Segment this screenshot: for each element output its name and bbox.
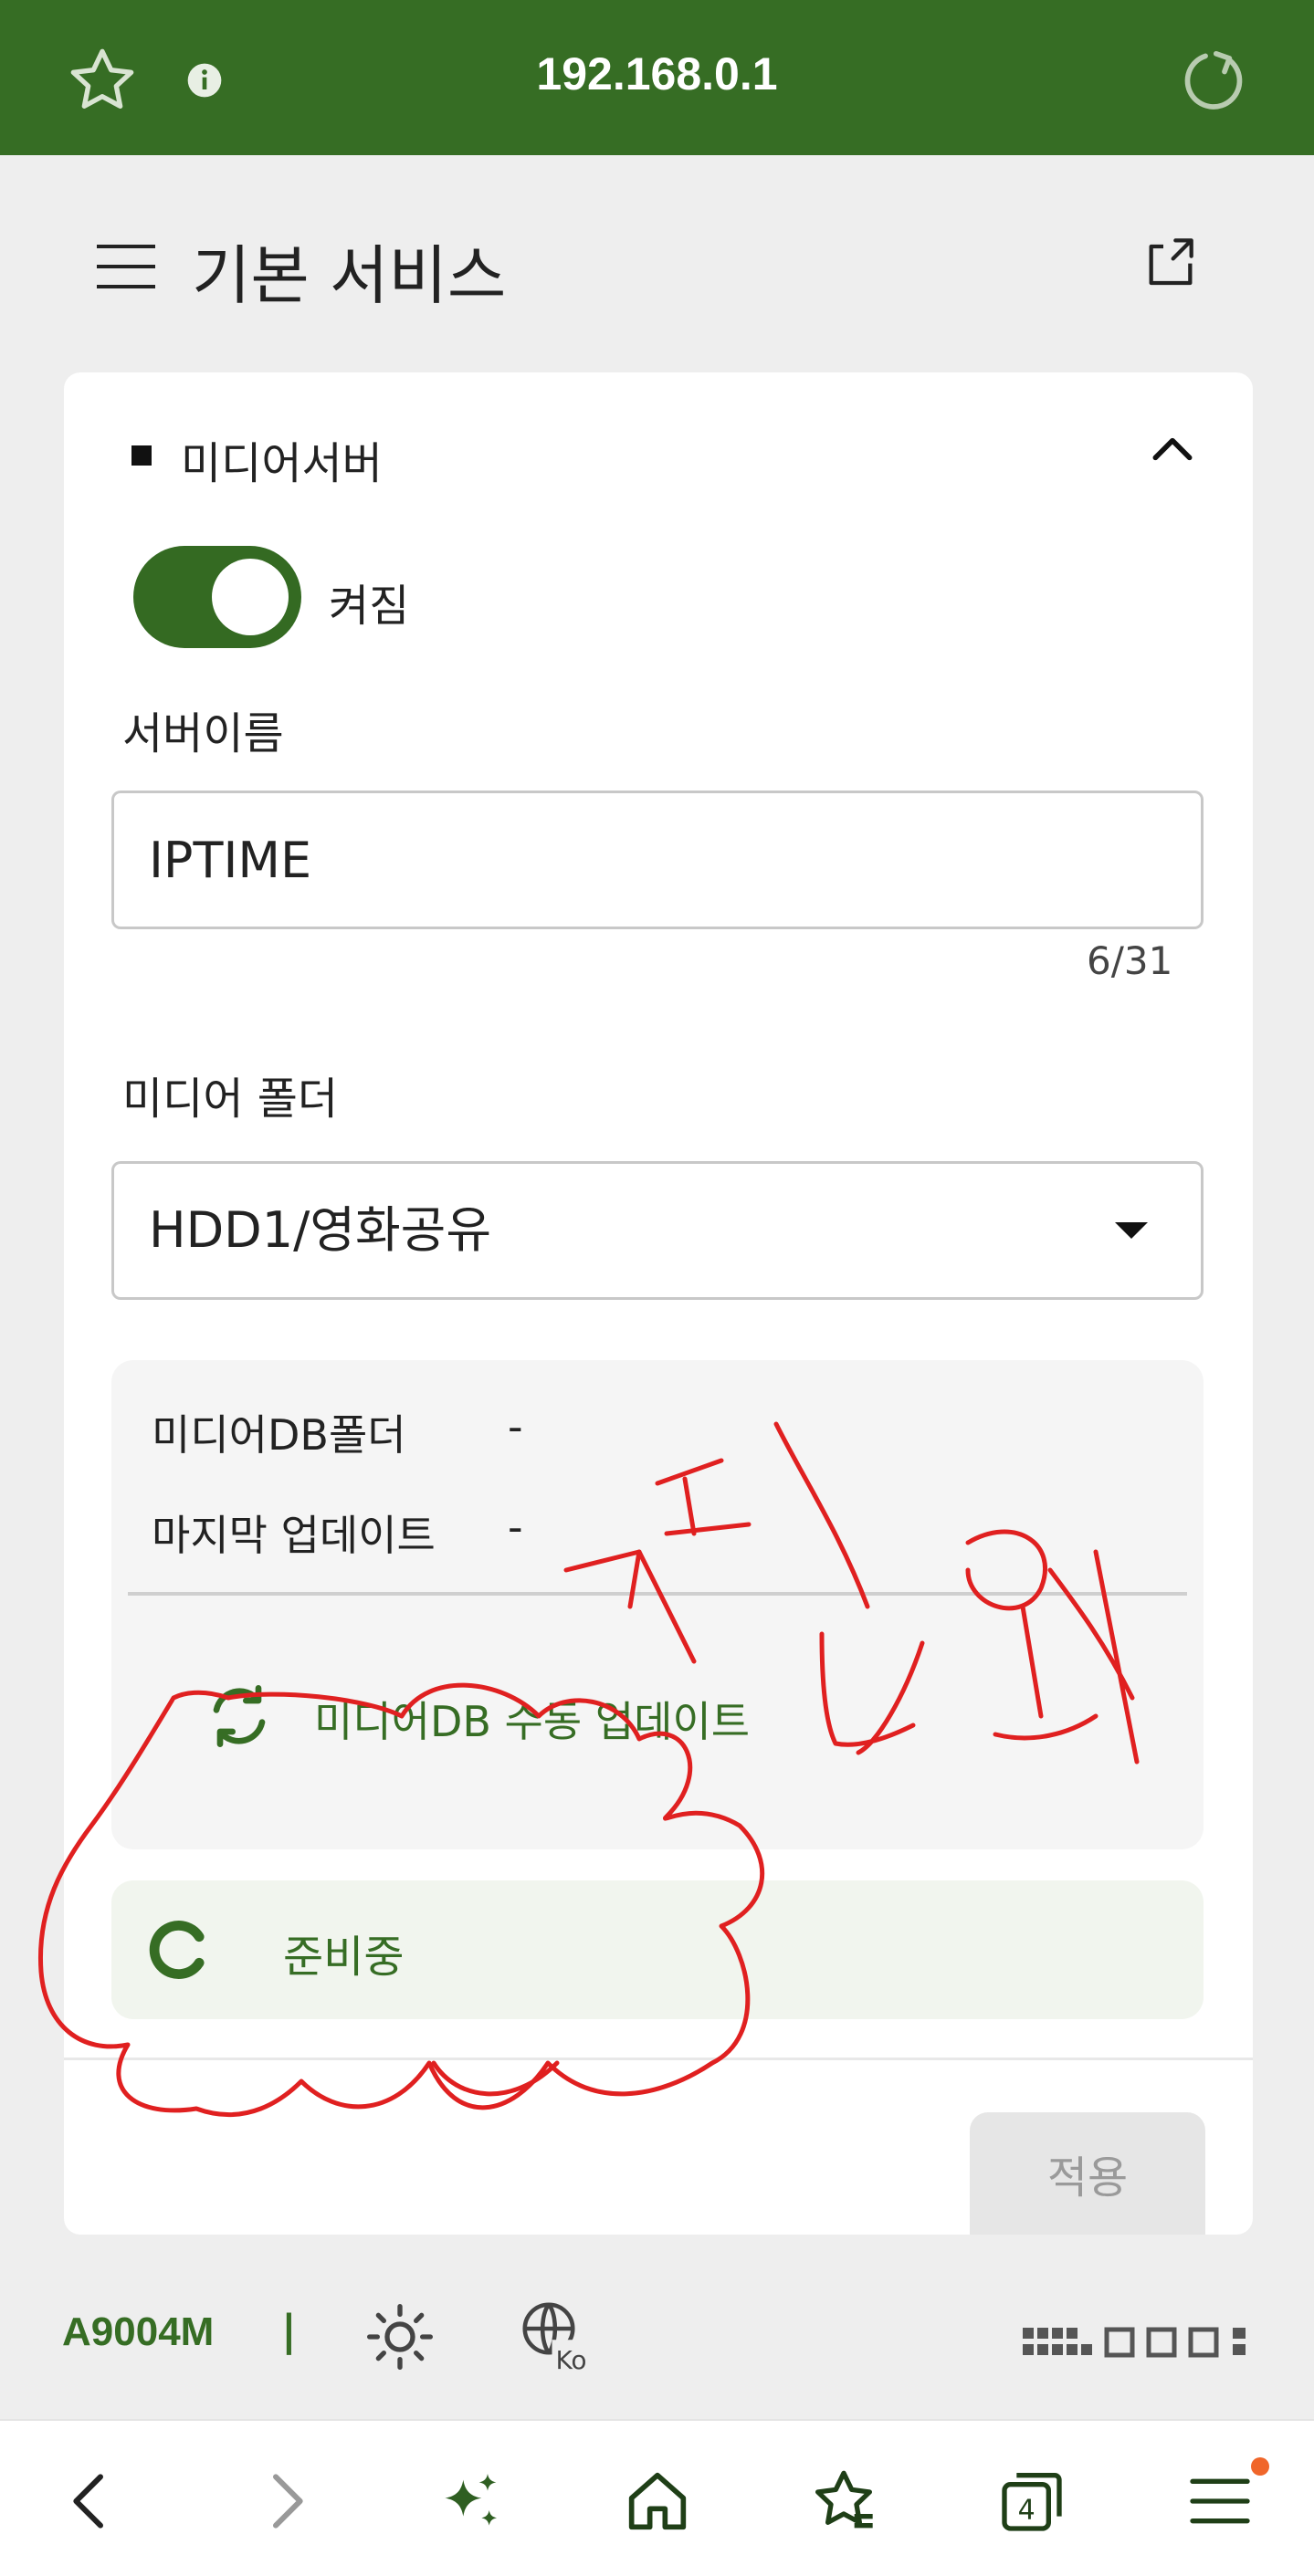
toggle-knob [212,559,289,635]
section-bullet [131,445,152,466]
media-folder-select[interactable]: HDD1/영화공유 [111,1161,1204,1300]
browser-nav-bar: 4 [0,2419,1314,2576]
last-update-label: 마지막 업데이트 [152,1511,436,1560]
media-folder-label: 미디어 폴더 [122,1073,339,1125]
port-status-icon [1023,2327,1246,2358]
tabs-icon[interactable]: 4 [995,2465,1068,2538]
info-divider [128,1592,1187,1596]
status-separator: | [281,2306,297,2355]
hamburger-icon[interactable] [95,239,159,294]
forward-icon[interactable] [248,2465,321,2538]
home-icon[interactable] [621,2465,694,2538]
status-panel: 준비중 [111,1880,1204,2019]
server-name-counter: 6/31 [1087,938,1173,983]
share-icon[interactable] [1141,232,1200,290]
toggle-state-label: 켜짐 [329,581,410,632]
apply-button[interactable]: 적용 [970,2112,1205,2235]
back-icon[interactable] [55,2465,128,2538]
browser-toolbar: 192.168.0.1 [0,0,1314,155]
globe-lang-code: Ko [555,2345,586,2373]
address-bar[interactable]: 192.168.0.1 [0,47,1314,100]
language-globe-icon[interactable]: Ko [517,2297,594,2373]
loading-spinner-icon [149,1921,205,1979]
page-header: 기본 서비스 [0,155,1314,365]
manual-update-button[interactable]: 미디어DB 수동 업데이트 [314,1689,750,1749]
chevron-up-icon[interactable] [1147,424,1198,475]
brightness-icon[interactable] [363,2300,436,2373]
notification-dot [1251,2457,1269,2476]
media-db-info-panel: 미디어DB폴더 - 마지막 업데이트 - 미디어DB 수동 업데이트 [111,1360,1204,1849]
router-model: A9004M [62,2309,215,2354]
menu-icon[interactable] [1183,2465,1256,2538]
card-divider [64,2058,1253,2060]
db-folder-value: - [508,1402,523,1451]
router-status-bar: A9004M | Ko [0,2235,1314,2419]
favorites-icon[interactable] [807,2465,880,2538]
section-title: 미디어서버 [181,438,383,489]
tab-count: 4 [1018,2494,1035,2526]
page-title: 기본 서비스 [192,238,507,313]
refresh-icon[interactable] [203,1680,276,1753]
media-server-card: 미디어서버 켜짐 서버이름 6/31 미디어 폴더 HDD1/영화공유 미디어D… [64,372,1253,2235]
media-folder-value: HDD1/영화공유 [149,1201,492,1259]
server-name-input[interactable] [111,791,1204,929]
reload-icon[interactable] [1178,46,1247,115]
last-update-value: - [508,1503,523,1552]
db-folder-label: 미디어DB폴더 [152,1410,406,1460]
server-name-label: 서버이름 [122,708,284,759]
sparkle-icon[interactable] [433,2465,506,2538]
dropdown-caret-icon [1115,1222,1148,1239]
media-server-toggle[interactable] [133,546,301,648]
status-text: 준비중 [283,1932,405,1983]
